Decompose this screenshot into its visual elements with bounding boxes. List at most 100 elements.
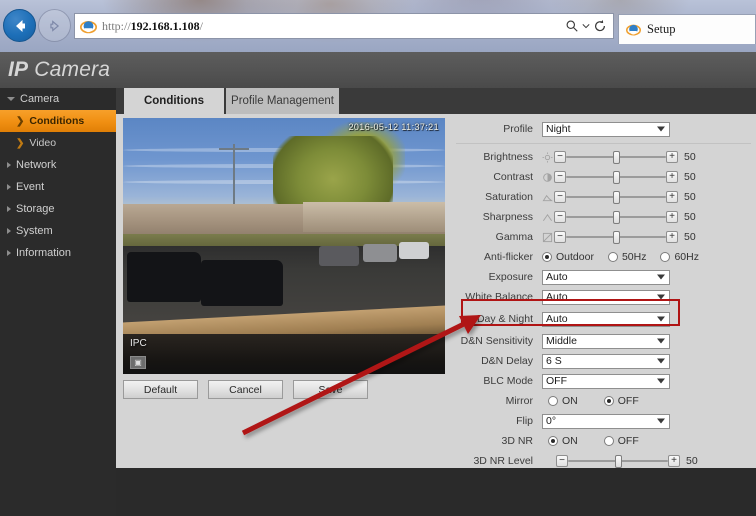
profile-select[interactable]: Night — [542, 122, 670, 137]
cancel-button[interactable]: Cancel — [208, 380, 283, 399]
sidebar-item-event[interactable]: Event — [0, 176, 116, 198]
field-label: Anti-flicker — [456, 251, 542, 263]
sharpness-decrease-button[interactable]: − — [554, 211, 566, 223]
field-label: Mirror — [456, 395, 542, 407]
video-preview[interactable]: 2016-05-12 11:37:21 IPC ▣ — [123, 118, 445, 374]
nr-level-increase-button[interactable]: + — [668, 455, 680, 467]
sidebar-item-network[interactable]: Network — [0, 154, 116, 176]
contrast-decrease-button[interactable]: − — [554, 171, 566, 183]
sharpness-icon — [542, 212, 553, 223]
video-shadow-area — [123, 334, 445, 374]
field-profile: Profile Night — [456, 118, 751, 140]
field-label: White Balance — [456, 291, 542, 303]
slider-thumb[interactable] — [613, 171, 620, 184]
mirror-off-radio[interactable]: OFF — [604, 395, 653, 407]
radio-label: ON — [562, 395, 578, 407]
dn-delay-select[interactable]: 6 S — [542, 354, 670, 369]
refresh-icon[interactable] — [593, 19, 607, 33]
slider-thumb[interactable] — [615, 455, 622, 468]
saturation-decrease-button[interactable]: − — [554, 191, 566, 203]
video-car — [201, 260, 283, 306]
chevron-down-icon — [657, 295, 665, 300]
brightness-slider[interactable] — [566, 151, 666, 163]
radio-icon — [608, 252, 618, 262]
nr-3d-off-radio[interactable]: OFF — [604, 435, 653, 447]
browser-back-button[interactable] — [3, 9, 36, 42]
url-path: / — [200, 19, 203, 33]
browser-tab-setup[interactable]: Setup — [618, 14, 756, 44]
video-car — [319, 246, 359, 266]
anti-flicker-50hz-radio[interactable]: 50Hz — [608, 251, 661, 263]
sidebar-item-video[interactable]: ❯ Video — [0, 132, 116, 154]
radio-label: Outdoor — [556, 251, 594, 263]
white-balance-select[interactable]: Auto — [542, 290, 670, 305]
slider-thumb[interactable] — [613, 211, 620, 224]
white-balance-select-value: Auto — [546, 291, 568, 303]
sidebar-item-label: Conditions — [29, 115, 84, 127]
nr-level-slider[interactable] — [568, 455, 668, 467]
default-button[interactable]: Default — [123, 380, 198, 399]
saturation-increase-button[interactable]: + — [666, 191, 678, 203]
contrast-increase-button[interactable]: + — [666, 171, 678, 183]
sidebar-item-conditions[interactable]: ❯ Conditions — [0, 110, 116, 132]
slider-thumb[interactable] — [613, 191, 620, 204]
mirror-on-radio[interactable]: ON — [548, 395, 604, 407]
sidebar-item-system[interactable]: System — [0, 220, 116, 242]
flip-select[interactable]: 0° — [542, 414, 670, 429]
address-bar-icons — [565, 19, 613, 33]
form-divider — [456, 140, 751, 147]
gamma-slider[interactable] — [566, 231, 666, 243]
saturation-value: 50 — [684, 191, 696, 203]
sharpness-slider[interactable] — [566, 211, 666, 223]
blc-mode-select-value: OFF — [546, 375, 567, 387]
sidebar-item-information[interactable]: Information — [0, 242, 116, 264]
field-label: Gamma — [456, 231, 542, 243]
slider-thumb[interactable] — [613, 151, 620, 164]
chevron-down-icon — [657, 419, 665, 424]
slider-thumb[interactable] — [613, 231, 620, 244]
tab-profile-management[interactable]: Profile Management — [226, 88, 339, 114]
dn-sensitivity-select[interactable]: Middle — [542, 334, 670, 349]
sidebar-item-storage[interactable]: Storage — [0, 198, 116, 220]
sidebar-item-camera[interactable]: Camera — [0, 88, 116, 110]
chevron-right-icon: ❯ — [16, 138, 24, 149]
field-flip: Flip 0° — [456, 411, 751, 431]
tab-bar: Conditions Profile Management — [116, 88, 756, 114]
search-icon[interactable] — [565, 19, 579, 33]
radio-label: 60Hz — [674, 251, 699, 263]
sharpness-increase-button[interactable]: + — [666, 211, 678, 223]
field-dn-delay: D&N Delay 6 S — [456, 351, 751, 371]
gamma-increase-button[interactable]: + — [666, 231, 678, 243]
field-label: Exposure — [456, 271, 542, 283]
page-title-bold: IP — [8, 58, 28, 81]
chevron-down-icon[interactable] — [582, 22, 590, 30]
anti-flicker-outdoor-radio[interactable]: Outdoor — [542, 251, 608, 263]
anti-flicker-60hz-radio[interactable]: 60Hz — [660, 251, 713, 263]
sidebar-item-label: Camera — [20, 93, 59, 105]
triangle-right-icon — [7, 250, 11, 256]
radio-label: OFF — [618, 395, 639, 407]
field-label: 3D NR Level — [456, 455, 542, 467]
browser-forward-button[interactable] — [38, 9, 71, 42]
sidebar: Camera ❯ Conditions ❯ Video Network Even… — [0, 88, 116, 516]
triangle-right-icon — [7, 184, 11, 190]
save-button[interactable]: Save — [293, 380, 368, 399]
contrast-slider[interactable] — [566, 171, 666, 183]
brightness-increase-button[interactable]: + — [666, 151, 678, 163]
radio-icon — [604, 436, 614, 446]
field-label: Sharpness — [456, 211, 542, 223]
exposure-select[interactable]: Auto — [542, 270, 670, 285]
gamma-decrease-button[interactable]: − — [554, 231, 566, 243]
field-label: Flip — [456, 415, 542, 427]
address-bar[interactable]: http://192.168.1.108/ — [74, 13, 614, 39]
sidebar-item-label: System — [16, 225, 53, 237]
nr-level-decrease-button[interactable]: − — [556, 455, 568, 467]
brightness-decrease-button[interactable]: − — [554, 151, 566, 163]
image-snapshot-icon[interactable]: ▣ — [130, 356, 146, 369]
nr-3d-on-radio[interactable]: ON — [548, 435, 604, 447]
day-night-select[interactable]: Auto — [542, 312, 670, 327]
tab-conditions[interactable]: Conditions — [124, 88, 224, 114]
sidebar-item-label: Event — [16, 181, 44, 193]
blc-mode-select[interactable]: OFF — [542, 374, 670, 389]
saturation-slider[interactable] — [566, 191, 666, 203]
